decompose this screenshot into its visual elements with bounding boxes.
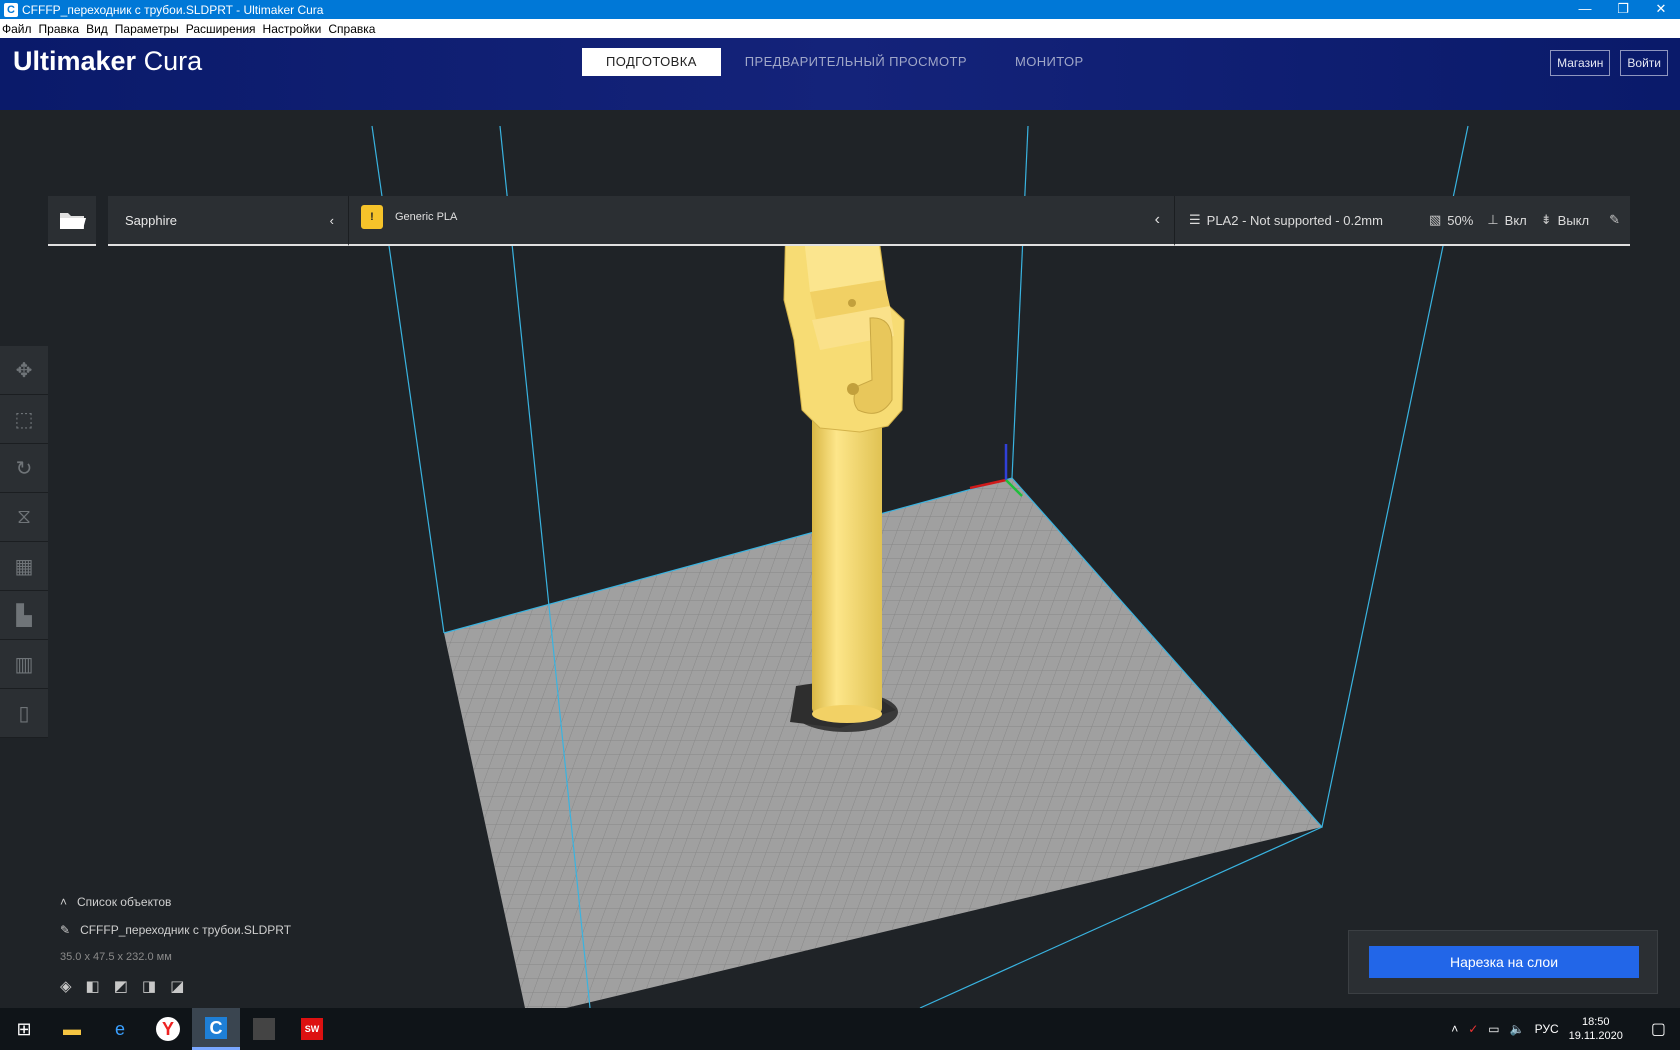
chevron-left-icon: ‹ bbox=[1154, 211, 1160, 228]
menu-extensions[interactable]: Расширения bbox=[186, 22, 256, 36]
clock-date: 19.11.2020 bbox=[1568, 1030, 1623, 1042]
rotate-tool-icon[interactable]: ↻ bbox=[0, 444, 48, 493]
logo-bold-text: Ultimaker bbox=[13, 46, 137, 76]
profile-layers-icon: ☰ bbox=[1189, 212, 1201, 227]
object-list-title: Список объектов bbox=[77, 895, 172, 909]
menu-edit[interactable]: Правка bbox=[39, 22, 80, 36]
cura-taskbar-icon[interactable]: C bbox=[192, 1008, 240, 1050]
menu-parameters[interactable]: Параметры bbox=[115, 22, 179, 36]
3d-viewport[interactable]: Sapphire ‹ ! Generic PLA ‹ ☰ PLA2 - Not … bbox=[0, 110, 1680, 1008]
camera-views: ◈ ◧ ◩ ◨ ◪ bbox=[60, 977, 291, 995]
tool-panel: ✥ ⬚ ↻ ⧖ ▦ ▙ ▥ ▯ bbox=[0, 346, 48, 738]
object-dimensions: 35.0 x 47.5 x 232.0 мм bbox=[60, 951, 172, 963]
profile-name: PLA2 - Not supported - 0.2mm bbox=[1206, 212, 1383, 228]
view-left-icon[interactable]: ◨ bbox=[142, 977, 156, 995]
login-button[interactable]: Войти bbox=[1620, 50, 1668, 76]
object-list-item[interactable]: ✎ CFFFP_переходник с трубои.SLDPRT bbox=[60, 923, 291, 937]
chevron-up-icon[interactable]: ˄ bbox=[1451, 1022, 1458, 1036]
open-file-button[interactable] bbox=[48, 196, 96, 246]
adhesion-icon: ⇟ bbox=[1540, 212, 1552, 227]
clock-time: 18:50 bbox=[1581, 1016, 1610, 1028]
folder-icon bbox=[60, 213, 86, 229]
mirror-tool-icon[interactable]: ⧖ bbox=[0, 493, 48, 542]
system-tray: ˄ ✓ ▭ 🔈 РУС 18:50 19.11.2020 ▢ bbox=[1451, 1008, 1680, 1050]
stage-tabs: ПОДГОТОВКА ПРЕДВАРИТЕЛЬНЫЙ ПРОСМОТР МОНИ… bbox=[582, 48, 1108, 76]
windows-start-icon[interactable]: ⊞ bbox=[0, 1008, 48, 1050]
per-model-settings-icon[interactable]: ▦ bbox=[0, 542, 48, 591]
app-header: Ultimaker Cura ПОДГОТОВКА ПРЕДВАРИТЕЛЬНЫ… bbox=[0, 38, 1680, 110]
adhesion-value: Выкл bbox=[1557, 212, 1590, 228]
print-settings-selector[interactable]: ☰ PLA2 - Not supported - 0.2mm ▧ 50% ⊥ В… bbox=[1174, 196, 1630, 246]
input-language[interactable]: РУС bbox=[1535, 1022, 1559, 1036]
marketplace-button[interactable]: Магазин bbox=[1550, 50, 1611, 76]
notifications-icon[interactable]: ▢ bbox=[1651, 1019, 1666, 1039]
printer-selector[interactable]: Sapphire ‹ bbox=[108, 196, 348, 246]
logo-light-text: Cura bbox=[143, 46, 203, 76]
cura-app-icon: C bbox=[4, 2, 18, 17]
app-logo: Ultimaker Cura bbox=[13, 46, 202, 77]
tab-preview[interactable]: ПРЕДВАРИТЕЛЬНЫЙ ПРОСМОТР bbox=[721, 48, 991, 76]
material-name: Generic PLA bbox=[395, 211, 458, 223]
cylinder-tool-icon[interactable]: ▯ bbox=[0, 689, 48, 738]
menu-bar: Файл Правка Вид Параметры Расширения Нас… bbox=[0, 19, 1680, 38]
chevron-left-icon: ‹ bbox=[329, 212, 334, 228]
menu-help[interactable]: Справка bbox=[328, 22, 375, 36]
window-title: CFFFP_переходник с трубои.SLDPRT - Ultim… bbox=[22, 2, 324, 17]
clock[interactable]: 18:50 19.11.2020 bbox=[1569, 1015, 1623, 1043]
scale-tool-icon[interactable]: ⬚ bbox=[0, 395, 48, 444]
menu-view[interactable]: Вид bbox=[86, 22, 108, 36]
chevron-up-icon: ˄ bbox=[60, 895, 68, 909]
action-panel: Нарезка на слои bbox=[1348, 930, 1658, 994]
solidworks-icon[interactable]: SW bbox=[288, 1008, 336, 1050]
tab-monitor[interactable]: МОНИТОР bbox=[991, 48, 1108, 76]
support-blocker-icon[interactable]: ▙ bbox=[0, 591, 48, 640]
close-button[interactable]: ✕ bbox=[1642, 0, 1680, 19]
tab-prepare[interactable]: ПОДГОТОВКА bbox=[582, 48, 721, 76]
file-explorer-icon[interactable]: ▬ bbox=[48, 1008, 96, 1050]
windows-taskbar: ⊞ ▬ e Y C SW ˄ ✓ ▭ 🔈 РУС 18:50 19.11.202… bbox=[0, 1008, 1680, 1050]
minimize-button[interactable]: — bbox=[1566, 0, 1604, 19]
infill-value: 50% bbox=[1447, 212, 1474, 228]
warning-badge-icon: ! bbox=[361, 205, 383, 229]
support-value: Вкл bbox=[1504, 212, 1527, 228]
stage-toolbar: Sapphire ‹ ! Generic PLA ‹ ☰ PLA2 - Not … bbox=[48, 196, 1630, 246]
game-app-icon[interactable] bbox=[240, 1008, 288, 1050]
restore-button[interactable]: ❐ bbox=[1604, 0, 1642, 19]
object-list-toggle[interactable]: ˄ Список объектов bbox=[60, 895, 291, 909]
volume-icon[interactable]: 🔈 bbox=[1510, 1022, 1525, 1036]
slice-button[interactable]: Нарезка на слои bbox=[1369, 946, 1639, 978]
view-top-icon[interactable]: ◩ bbox=[114, 977, 128, 995]
pencil-icon: ✎ bbox=[60, 923, 71, 937]
view-front-icon[interactable]: ◧ bbox=[86, 977, 100, 995]
menu-settings[interactable]: Настройки bbox=[263, 22, 322, 36]
printer-name: Sapphire bbox=[125, 212, 178, 228]
material-selector[interactable]: ! Generic PLA ‹ bbox=[348, 196, 1174, 246]
object-list: ˄ Список объектов ✎ CFFFP_переходник с т… bbox=[60, 895, 291, 995]
object-name: CFFFP_переходник с трубои.SLDPRT bbox=[80, 923, 292, 937]
build-plate-grid bbox=[444, 478, 1322, 1008]
custom-supports-icon[interactable]: ▥ bbox=[0, 640, 48, 689]
network-icon[interactable]: ▭ bbox=[1488, 1022, 1499, 1036]
move-tool-icon[interactable]: ✥ bbox=[0, 346, 48, 395]
infill-icon: ▧ bbox=[1429, 212, 1442, 227]
title-bar: C CFFFP_переходник с трубои.SLDPRT - Ult… bbox=[0, 0, 1680, 19]
internet-explorer-icon[interactable]: e bbox=[96, 1008, 144, 1050]
view-right-icon[interactable]: ◪ bbox=[170, 977, 184, 995]
view-3d-icon[interactable]: ◈ bbox=[60, 977, 72, 995]
antivirus-icon[interactable]: ✓ bbox=[1468, 1022, 1478, 1036]
yandex-browser-icon[interactable]: Y bbox=[144, 1008, 192, 1050]
pencil-icon: ✎ bbox=[1609, 212, 1620, 227]
support-icon: ⊥ bbox=[1487, 212, 1499, 227]
menu-file[interactable]: Файл bbox=[2, 22, 32, 36]
